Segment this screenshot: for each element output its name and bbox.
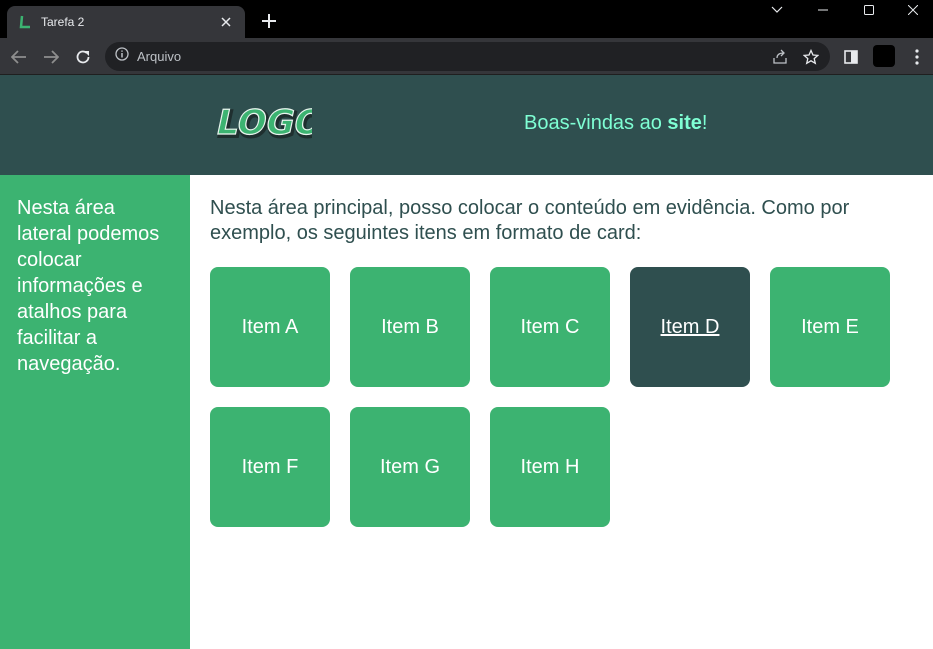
address-text: Arquivo xyxy=(137,49,182,64)
browser-titlebar: Tarefa 2 xyxy=(0,0,933,38)
info-icon[interactable] xyxy=(115,47,129,66)
sidepanel-icon[interactable] xyxy=(840,46,862,68)
welcome-bold: site xyxy=(667,112,702,134)
address-bar[interactable]: Arquivo xyxy=(105,42,830,71)
close-window-icon[interactable] xyxy=(890,0,933,20)
plus-icon[interactable] xyxy=(256,8,282,34)
card-item-b[interactable]: Item B xyxy=(350,267,470,387)
card-item-e[interactable]: Item E xyxy=(770,267,890,387)
tab-tarefa-2[interactable]: Tarefa 2 xyxy=(7,6,245,38)
reload-icon[interactable] xyxy=(70,44,96,70)
site-logo: LOGO LOGO xyxy=(212,100,331,147)
tab-title: Tarefa 2 xyxy=(41,15,85,29)
card-item-c[interactable]: Item C xyxy=(490,267,610,387)
card-item-h[interactable]: Item H xyxy=(490,407,610,527)
card-item-f[interactable]: Item F xyxy=(210,407,330,527)
card-item-d[interactable]: Item D xyxy=(630,267,750,387)
sidebar-text: Nesta área lateral podemos colocar infor… xyxy=(17,197,160,375)
minimize-icon[interactable] xyxy=(800,0,846,20)
card-item-a[interactable]: Item A xyxy=(210,267,330,387)
star-icon[interactable] xyxy=(799,42,823,71)
back-arrow-icon[interactable] xyxy=(6,44,32,70)
chevron-down-icon[interactable] xyxy=(754,0,800,20)
share-icon[interactable] xyxy=(768,42,792,71)
tab-favicon-icon xyxy=(17,14,33,30)
card-item-g[interactable]: Item G xyxy=(350,407,470,527)
browser-toolbar: Arquivo xyxy=(0,38,933,75)
maximize-icon[interactable] xyxy=(846,0,892,20)
welcome-suffix: ! xyxy=(701,112,708,134)
card-grid: Item A Item B Item C Item D Item E Item F Item… xyxy=(210,267,930,547)
welcome-message: Boas-vindas ao site! xyxy=(524,112,707,135)
page-header xyxy=(0,75,933,175)
sidebar: Nesta área lateral podemos colocar infor… xyxy=(0,175,190,649)
intro-text: Nesta área principal, posso colocar o co… xyxy=(210,197,850,244)
profile-avatar[interactable] xyxy=(873,45,895,67)
close-icon[interactable] xyxy=(217,13,235,31)
forward-arrow-icon[interactable] xyxy=(38,44,64,70)
welcome-prefix: Boas-vindas ao xyxy=(524,112,668,134)
logo-text: LOGO xyxy=(213,103,312,143)
kebab-menu-icon[interactable] xyxy=(906,46,928,68)
main-content: Nesta área principal, posso colocar o co… xyxy=(190,175,933,649)
